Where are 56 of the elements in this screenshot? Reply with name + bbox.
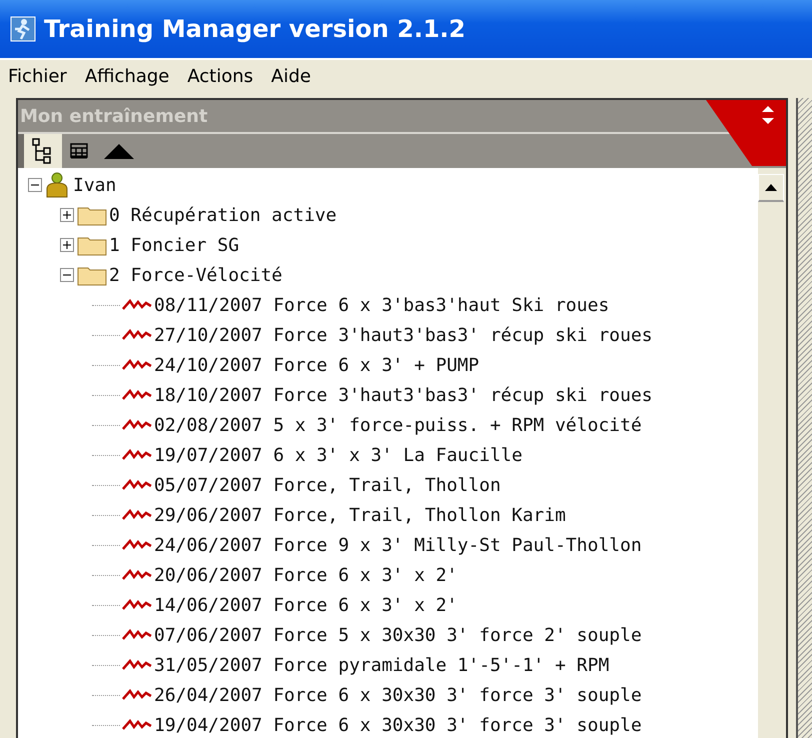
tree-item-label[interactable]: 18/10/2007 Force 3'haut3'bas3' récup ski roues: [154, 384, 652, 406]
tree-item-label[interactable]: 19/04/2007 Force 6 x 30x30 3' force 3' souple: [154, 714, 642, 736]
wave-icon: [122, 659, 152, 671]
splitter-bar[interactable]: [796, 98, 812, 738]
tree-item-label[interactable]: Ivan: [73, 174, 116, 196]
wave-icon: [122, 569, 152, 581]
tree-item-label[interactable]: 14/06/2007 Force 6 x 3' x 2': [154, 594, 458, 616]
wave-icon: [122, 329, 152, 341]
triangle-up-icon: [765, 184, 777, 191]
menu-item[interactable]: Actions: [187, 66, 254, 86]
tree-item-label[interactable]: 05/07/2007 Force, Trail, Thollon: [154, 474, 501, 496]
tree-view-icon: [32, 138, 54, 164]
triangle-up-icon: [104, 143, 134, 159]
tree-item-label[interactable]: 19/07/2007 6 x 3' x 3' La Faucille: [154, 444, 522, 466]
tree-item-label[interactable]: 27/10/2007 Force 3'haut3'bas3' récup ski roues: [154, 324, 652, 346]
wave-icon: [122, 479, 152, 491]
person-icon: [45, 172, 69, 198]
plus-icon: [63, 211, 71, 219]
tree-item-label[interactable]: 02/08/2007 5 x 3' force-puiss. + RPM vélocité: [154, 414, 642, 436]
tree-item-label[interactable]: 24/10/2007 Force 6 x 3' + PUMP: [154, 354, 480, 376]
tree-item-label[interactable]: 2 Force-Vélocité: [109, 264, 282, 286]
tree-item-label[interactable]: 26/04/2007 Force 6 x 30x30 3' force 3' souple: [154, 684, 642, 706]
menu-item[interactable]: Aide: [271, 66, 311, 86]
expand-toggle[interactable]: [60, 238, 74, 252]
wave-icon: [122, 509, 152, 521]
tree-item-label[interactable]: 1 Foncier SG: [109, 234, 240, 256]
wave-icon: [122, 449, 152, 461]
panel-title: Mon entraînement: [19, 106, 208, 126]
tree-item-label[interactable]: 07/06/2007 Force 5 x 30x30 3' force 2' souple: [154, 624, 642, 646]
tree-item-label[interactable]: 24/06/2007 Force 9 x 3' Milly-St Paul-Thollon: [154, 534, 642, 556]
wave-icon: [122, 719, 152, 731]
tree-item-label[interactable]: 08/11/2007 Force 6 x 3'bas3'haut Ski roues: [154, 294, 610, 316]
runner-icon: [10, 16, 36, 42]
plus-icon: [63, 241, 71, 249]
wave-icon: [122, 599, 152, 611]
wave-icon: [122, 689, 152, 701]
wave-icon: [122, 389, 152, 401]
sort-icon[interactable]: [706, 100, 786, 166]
expand-toggle[interactable]: [60, 208, 74, 222]
tree-item-label[interactable]: 29/06/2007 Force, Trail, Thollon Karim: [154, 504, 566, 526]
wave-icon: [122, 539, 152, 551]
tree-item-label[interactable]: 0 Récupération active: [109, 204, 337, 226]
wave-icon: [122, 359, 152, 371]
scroll-up-button[interactable]: [758, 174, 784, 202]
menu-item[interactable]: Affichage: [84, 66, 170, 86]
collapse-toggle[interactable]: [28, 178, 42, 192]
tree-item-label[interactable]: 31/05/2007 Force pyramidale 1'-5'-1' + RPM: [154, 654, 610, 676]
grid-icon: [70, 143, 88, 159]
collapse-toggle[interactable]: [60, 268, 74, 282]
wave-icon: [122, 419, 152, 431]
window-title: Training Manager version 2.1.2: [44, 15, 466, 43]
menu-item[interactable]: Fichier: [8, 66, 67, 86]
tree-item-label[interactable]: 20/06/2007 Force 6 x 3' x 2': [154, 564, 458, 586]
wave-icon: [122, 299, 152, 311]
toolbar-button[interactable]: [24, 134, 62, 168]
wave-icon: [122, 629, 152, 641]
